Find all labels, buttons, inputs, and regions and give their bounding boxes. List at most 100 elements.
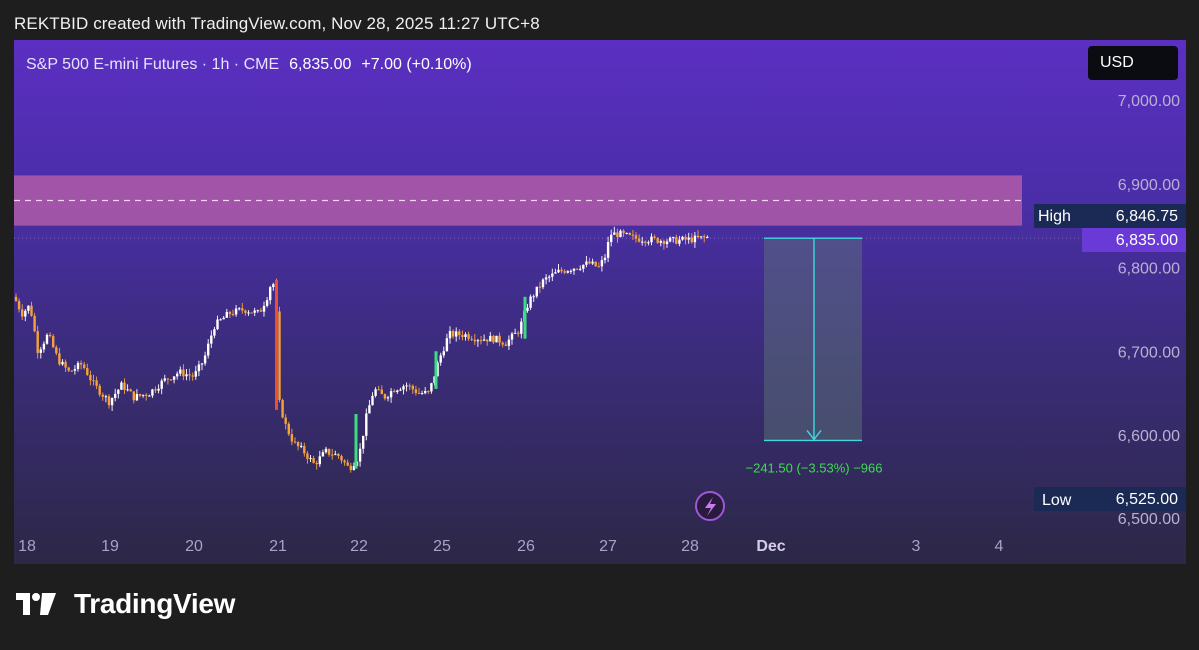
candle-206-body [653, 236, 656, 238]
candle-49-body [166, 378, 170, 380]
candle-190-body [603, 257, 607, 261]
candle-172-body [548, 276, 551, 278]
drop-candle [275, 280, 278, 410]
candle-157-body [501, 342, 504, 345]
candle-144-body [461, 335, 464, 337]
candle-119-body [383, 394, 387, 399]
candle-107-body [346, 462, 349, 466]
high-tag-label: High [1038, 208, 1071, 225]
candle-216-body [684, 236, 687, 240]
candle-13-body [55, 347, 58, 354]
symbol-legend[interactable]: S&P 500 E-mini Futures · 1h · CME 6,835.… [26, 56, 472, 74]
candle-81-body [265, 300, 269, 306]
candle-170-body [541, 279, 545, 288]
y-tick-3: 6,700.00 [1118, 344, 1180, 361]
x-tick-20: 20 [185, 538, 203, 555]
candle-138-body [442, 351, 445, 356]
candle-120-body [386, 397, 390, 399]
candle-179-body [569, 270, 573, 272]
candle-183-body [582, 264, 585, 269]
candle-102-body [331, 454, 334, 456]
candle-8-body [39, 349, 42, 353]
candle-177-body [563, 271, 566, 273]
x-tick-19: 19 [101, 538, 119, 555]
last-price: 6,835.00 [289, 56, 352, 73]
candle-59-body [197, 364, 201, 372]
chart-panel[interactable]: −241.50 (−3.53%) −966 7,000.00 6,900.00 6,8… [14, 40, 1186, 564]
candle-29-body [104, 396, 108, 398]
candle-105-body [340, 456, 343, 461]
candle-9-body [42, 343, 46, 350]
candle-56-body [188, 374, 191, 376]
candle-100-body [324, 448, 328, 453]
candle-55-body [185, 374, 188, 377]
x-tick-28: 28 [681, 538, 699, 555]
candle-145-body [464, 334, 467, 337]
candle-40-body [138, 394, 142, 396]
candle-165-body [526, 307, 529, 311]
candle-76-body [250, 312, 253, 314]
candle-82-body [269, 287, 272, 301]
candle-42-body [145, 394, 148, 396]
candle-80-body [262, 305, 266, 312]
candle-90-body [293, 441, 297, 443]
candle-88-body [287, 423, 290, 435]
candle-215-body [681, 236, 684, 240]
candle-3-body [24, 310, 27, 317]
candle-34-body [120, 382, 123, 390]
candle-52-body [176, 373, 179, 377]
candle-78-body [256, 310, 259, 312]
x-tick-Dec: Dec [756, 538, 785, 555]
y-tick-2: 6,800.00 [1118, 261, 1180, 278]
candle-149-body [476, 340, 480, 342]
candle-15-body [61, 361, 64, 365]
candle-199-body [631, 234, 635, 236]
candle-208-body [659, 240, 662, 243]
candle-99-body [321, 452, 325, 457]
candle-197-body [625, 232, 628, 234]
candle-130-body [417, 392, 421, 394]
candle-83-body [272, 284, 275, 288]
candle-207-body [656, 237, 659, 243]
candle-60-body [200, 363, 204, 365]
candle-16-body [64, 361, 67, 368]
candle-143-body [458, 331, 461, 336]
candle-43-body [148, 395, 151, 397]
candle-161-body [513, 332, 517, 334]
candle-37-body [129, 389, 132, 392]
candle-87-body [284, 417, 287, 424]
candle-205-body [650, 236, 653, 243]
x-tick-18: 18 [18, 538, 36, 555]
candle-193-body [613, 232, 616, 235]
candle-45-body [154, 389, 157, 391]
candle-202-body [641, 241, 644, 243]
candle-122-body [393, 391, 396, 393]
candle-50-body [169, 379, 173, 381]
candle-211-body [668, 237, 672, 242]
candle-178-body [566, 271, 569, 273]
price-chart[interactable]: −241.50 (−3.53%) −966 7,000.00 6,900.00 6,8… [14, 40, 1186, 564]
candle-41-body [141, 394, 145, 396]
candle-91-body [296, 442, 300, 447]
brand-name: TradingView [74, 588, 236, 619]
candle-185-body [588, 261, 591, 264]
symbol-name: S&P 500 E-mini Futures · 1h · CME [26, 56, 280, 73]
candle-79-body [259, 310, 263, 312]
candle-162-body [517, 332, 520, 334]
candle-152-body [486, 339, 489, 342]
candle-89-body [290, 434, 294, 442]
candle-115-body [371, 395, 374, 406]
candle-48-body [163, 378, 166, 381]
chart-caption: REKTBID created with TradingView.com, No… [14, 14, 540, 33]
currency-button[interactable]: USD [1088, 46, 1178, 80]
candle-111-body [358, 448, 362, 462]
candle-171-body [544, 277, 548, 280]
candle-129-body [414, 389, 418, 393]
candle-77-body [253, 310, 256, 313]
candle-127-body [408, 385, 411, 387]
candle-195-body [619, 230, 622, 238]
measure-label: −241.50 (−3.53%) −966 [746, 460, 883, 475]
candle-0-body [14, 296, 18, 302]
candle-1-body [17, 301, 21, 310]
candle-148-body [473, 339, 476, 342]
